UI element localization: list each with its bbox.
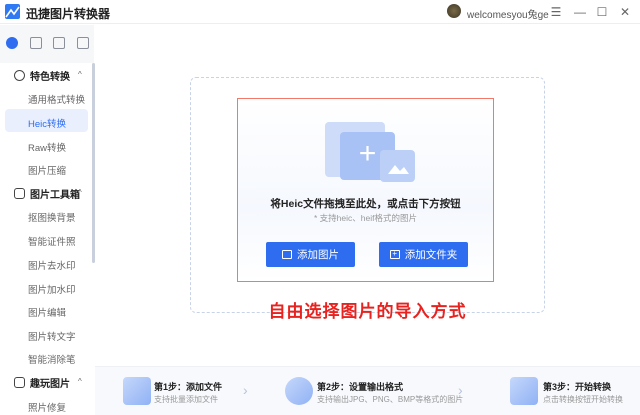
username[interactable]: welcomesyou兔ge xyxy=(467,6,549,21)
image-icon xyxy=(282,250,292,259)
step-desc: 支持输出JPG、PNG、BMP等格式的图片 xyxy=(317,395,464,404)
chevron-right-icon: › xyxy=(458,382,463,398)
sidebar-item-active[interactable]: Heic转换 xyxy=(28,116,66,130)
group-special-convert[interactable]: 特色转换 xyxy=(14,68,70,83)
minimize-button[interactable]: — xyxy=(572,4,588,20)
add-file-step-icon xyxy=(123,377,151,405)
convert-icon xyxy=(14,70,25,81)
gear-step-icon xyxy=(285,377,313,405)
step-title: 第2步：设置输出格式 xyxy=(317,382,404,392)
folder-plus-icon: + xyxy=(389,250,400,259)
annotation-text: 自由选择图片的导入方式 xyxy=(268,302,467,321)
group-fun-images[interactable]: 趣玩图片 xyxy=(14,375,70,390)
menu-button[interactable]: ☰ xyxy=(548,4,564,20)
sidebar-item[interactable]: 图片编辑 xyxy=(28,305,66,319)
image-icon xyxy=(14,377,25,388)
convert-step-icon xyxy=(510,377,538,405)
step-desc: 支持批量添加文件 xyxy=(154,395,218,404)
step-desc: 点击转换按钮开始转换 xyxy=(543,395,623,404)
step-title: 第1步：添加文件 xyxy=(154,382,223,392)
add-image-button[interactable]: 添加图片 xyxy=(266,242,355,267)
avatar[interactable] xyxy=(447,4,461,18)
sidebar-item[interactable]: Raw转换 xyxy=(28,140,66,154)
chevron-up-icon[interactable]: ^ xyxy=(78,377,82,386)
close-button[interactable]: ✕ xyxy=(617,4,633,20)
button-label: 添加文件夹 xyxy=(404,249,458,261)
sidebar-item[interactable]: 抠图换背景 xyxy=(28,210,76,224)
group-label: 趣玩图片 xyxy=(30,379,70,390)
sidebar-item[interactable]: 图片加水印 xyxy=(28,282,76,296)
drop-instruction: 将Heic文件拖拽至此处，或点击下方按钮 xyxy=(270,198,461,210)
sidebar-item[interactable]: 智能证件照 xyxy=(28,234,76,248)
sidebar-item[interactable]: 图片转文字 xyxy=(28,329,76,343)
group-toolbox[interactable]: 图片工具箱 xyxy=(14,186,80,201)
maximize-button[interactable]: ☐ xyxy=(594,4,610,20)
image-badge-icon xyxy=(380,150,415,182)
app-logo-icon xyxy=(5,4,20,19)
layers-category-icon[interactable] xyxy=(77,37,89,49)
toolbox-category-icon[interactable] xyxy=(30,37,42,49)
toolbox-icon xyxy=(14,188,25,199)
chevron-up-icon[interactable]: ^ xyxy=(78,70,82,79)
add-folder-button[interactable]: + 添加文件夹 xyxy=(379,242,468,267)
chevron-right-icon: › xyxy=(243,382,248,398)
image-category-icon[interactable] xyxy=(53,37,65,49)
button-label: 添加图片 xyxy=(297,249,339,261)
group-label: 特色转换 xyxy=(30,72,70,83)
app-title: 迅捷图片转换器 xyxy=(26,7,111,21)
sidebar-item[interactable]: 智能消除笔 xyxy=(28,352,76,366)
sidebar-item[interactable]: 照片修复 xyxy=(28,400,66,414)
sidebar-item[interactable]: 图片去水印 xyxy=(28,258,76,272)
group-label: 图片工具箱 xyxy=(30,190,80,201)
sidebar-item[interactable]: 图片压缩 xyxy=(28,163,66,177)
supported-formats: * 支持heic、heif格式的图片 xyxy=(314,213,417,223)
step-title: 第3步：开始转换 xyxy=(543,382,612,392)
sidebar-scrollbar[interactable] xyxy=(92,63,95,263)
chevron-up-icon[interactable]: ^ xyxy=(78,188,82,197)
sidebar-item[interactable]: 通用格式转换 xyxy=(28,92,85,106)
convert-category-icon[interactable] xyxy=(6,37,18,49)
